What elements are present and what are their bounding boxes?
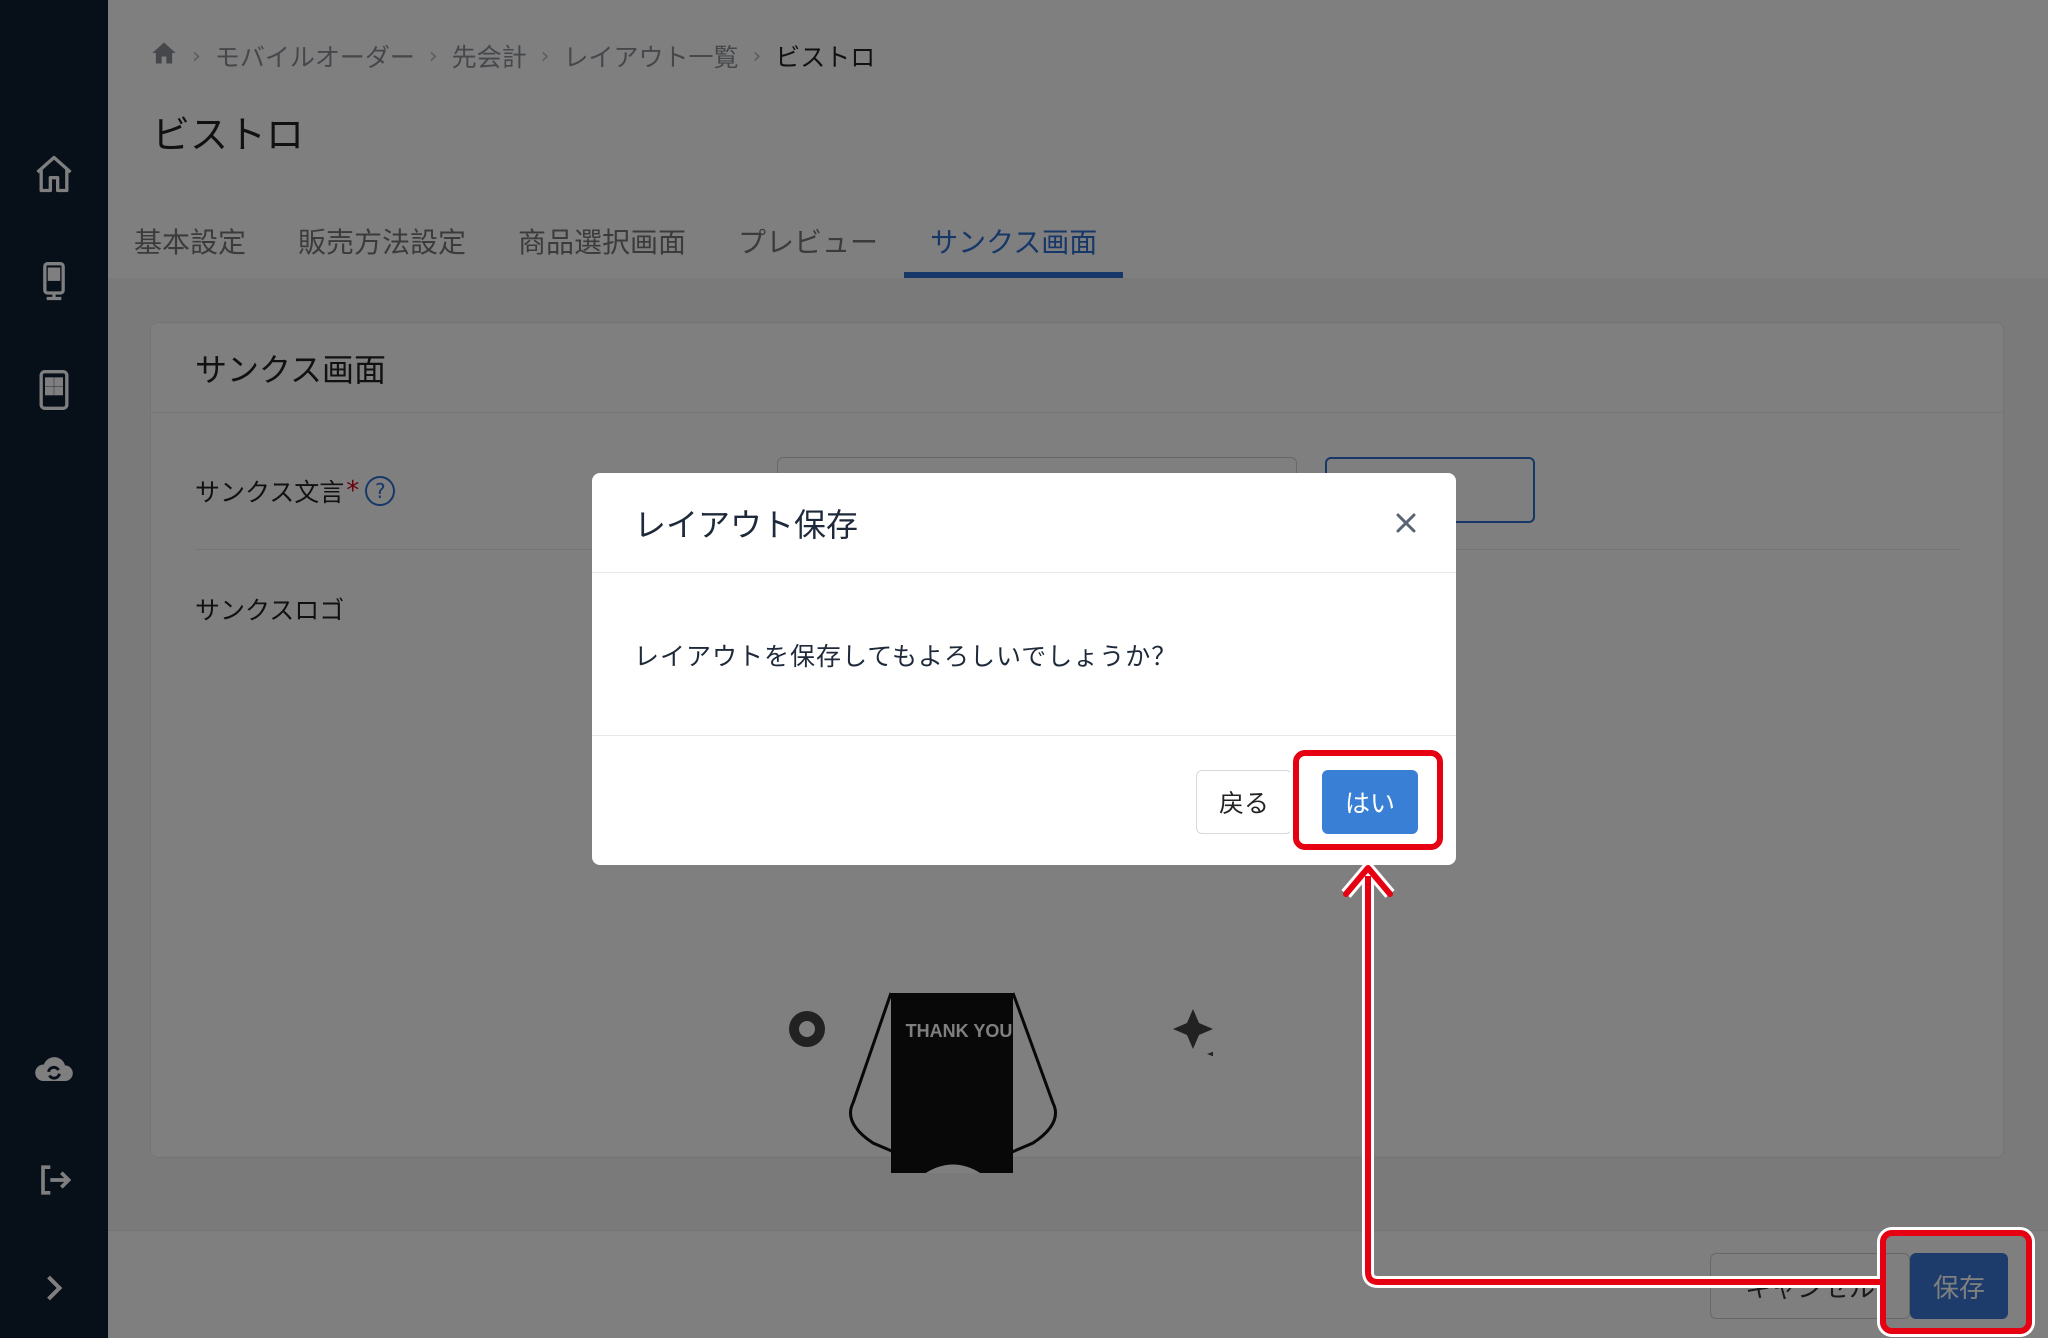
back-button[interactable]: 戻る [1196,770,1292,834]
modal-title: レイアウト保存 [592,473,1456,573]
yes-button-highlight [1293,750,1443,850]
modal-message: レイアウトを保存してもよろしいでしょうか？ [634,642,1178,671]
save-button-highlight [1880,1230,2032,1334]
close-icon[interactable] [1386,503,1426,543]
